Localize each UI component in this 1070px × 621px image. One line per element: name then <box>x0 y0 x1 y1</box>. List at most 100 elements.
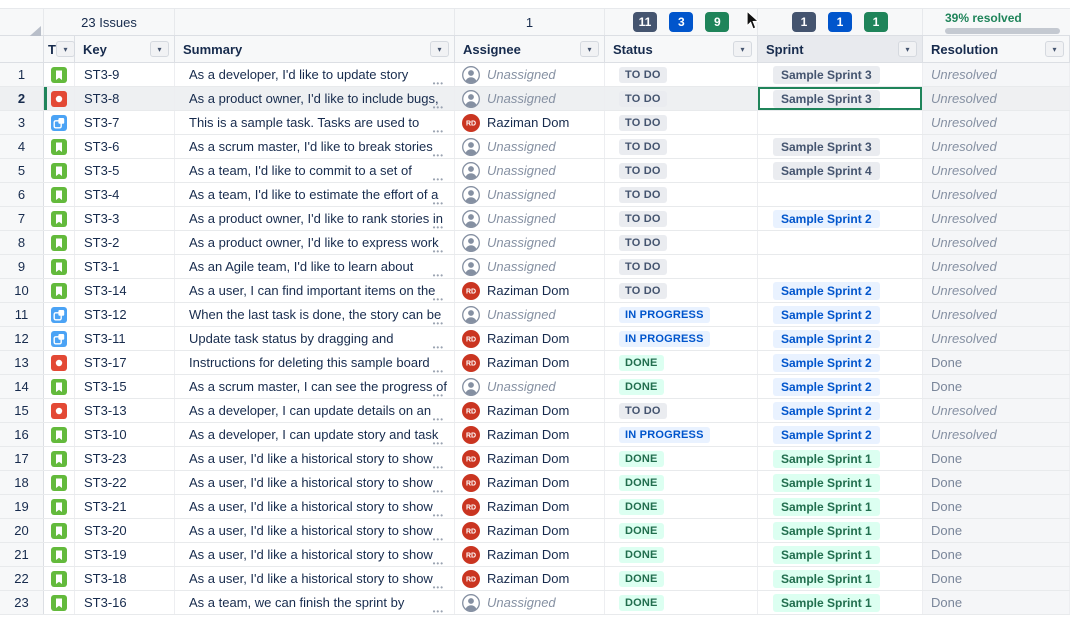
filter-dropdown-key-icon[interactable]: ▾ <box>150 41 169 57</box>
row-number-cell[interactable]: 18 <box>0 471 44 494</box>
sprint-cell[interactable] <box>758 231 923 254</box>
resolution-cell[interactable]: Unresolved <box>923 87 1070 110</box>
status-cell[interactable]: TO DO <box>605 231 758 254</box>
summary-cell[interactable]: As a user, I'd like a historical story t… <box>175 471 455 494</box>
summary-cell[interactable]: As a user, I'd like a historical story t… <box>175 495 455 518</box>
resolution-cell[interactable]: Done <box>923 543 1070 566</box>
summary-cell[interactable]: As a developer, I'd like to update story… <box>175 63 455 86</box>
column-header-assignee[interactable]: Assignee▾ <box>455 36 605 62</box>
issue-type-cell[interactable] <box>44 231 75 254</box>
issue-key-cell[interactable]: ST3-16 <box>75 591 175 614</box>
summary-cell[interactable]: As a user, I'd like a historical story t… <box>175 543 455 566</box>
row-number-cell[interactable]: 3 <box>0 111 44 134</box>
summary-cell[interactable]: Instructions for deleting this sample bo… <box>175 351 455 374</box>
resolution-cell[interactable]: Unresolved <box>923 279 1070 302</box>
sprint-cell[interactable]: Sample Sprint 2 <box>758 327 923 350</box>
resolution-cell[interactable]: Done <box>923 591 1070 614</box>
sprint-cell-selected[interactable]: Sample Sprint 3 <box>758 87 923 110</box>
sprint-cell[interactable]: Sample Sprint 2 <box>758 375 923 398</box>
issue-type-cell[interactable] <box>44 591 75 614</box>
issue-key-cell[interactable]: ST3-1 <box>75 255 175 278</box>
resolution-cell[interactable]: Unresolved <box>923 231 1070 254</box>
sprint-cell[interactable]: Sample Sprint 1 <box>758 543 923 566</box>
status-cell[interactable]: TO DO <box>605 63 758 86</box>
issue-type-cell[interactable] <box>44 87 75 110</box>
status-cell[interactable]: DONE <box>605 591 758 614</box>
summary-cell[interactable]: As a developer, I can update details on … <box>175 399 455 422</box>
resolution-cell[interactable]: Done <box>923 519 1070 542</box>
issue-key-cell[interactable]: ST3-13 <box>75 399 175 422</box>
row-number-cell[interactable]: 1 <box>0 63 44 86</box>
assignee-cell[interactable]: RDRaziman Dom <box>455 447 605 470</box>
issue-key-cell[interactable]: ST3-7 <box>75 111 175 134</box>
row-number-cell[interactable]: 6 <box>0 183 44 206</box>
row-number-cell[interactable]: 12 <box>0 327 44 350</box>
filter-dropdown-type-icon[interactable]: ▾ <box>56 41 75 57</box>
sprint-cell[interactable]: Sample Sprint 2 <box>758 207 923 230</box>
status-cell[interactable]: TO DO <box>605 135 758 158</box>
resolution-cell[interactable]: Unresolved <box>923 183 1070 206</box>
issue-key-cell[interactable]: ST3-9 <box>75 63 175 86</box>
resolution-cell[interactable]: Unresolved <box>923 159 1070 182</box>
issue-key-cell[interactable]: ST3-3 <box>75 207 175 230</box>
issue-type-cell[interactable] <box>44 543 75 566</box>
issue-type-cell[interactable] <box>44 447 75 470</box>
summary-cell[interactable]: When the last task is done, the story ca… <box>175 303 455 326</box>
issue-key-cell[interactable]: ST3-10 <box>75 423 175 446</box>
status-cell[interactable]: DONE <box>605 495 758 518</box>
sprint-cell[interactable]: Sample Sprint 1 <box>758 567 923 590</box>
assignee-cell[interactable]: RDRaziman Dom <box>455 495 605 518</box>
sprint-cell[interactable]: Sample Sprint 1 <box>758 447 923 470</box>
status-cell[interactable]: IN PROGRESS <box>605 423 758 446</box>
status-cell[interactable]: DONE <box>605 447 758 470</box>
issue-type-cell[interactable] <box>44 183 75 206</box>
row-number-cell[interactable]: 9 <box>0 255 44 278</box>
issue-key-cell[interactable]: ST3-4 <box>75 183 175 206</box>
sprint-cell[interactable]: Sample Sprint 2 <box>758 351 923 374</box>
row-number-cell[interactable]: 2 <box>0 87 44 110</box>
sprint-cell[interactable] <box>758 183 923 206</box>
row-number-cell[interactable]: 7 <box>0 207 44 230</box>
filter-dropdown-resolution-icon[interactable]: ▾ <box>1045 41 1064 57</box>
sprint-cell[interactable]: Sample Sprint 2 <box>758 303 923 326</box>
status-cell[interactable]: TO DO <box>605 87 758 110</box>
issue-type-cell[interactable] <box>44 111 75 134</box>
assignee-cell[interactable]: Unassigned <box>455 63 605 86</box>
issue-type-cell[interactable] <box>44 423 75 446</box>
resolution-cell[interactable]: Unresolved <box>923 399 1070 422</box>
issue-type-cell[interactable] <box>44 159 75 182</box>
row-number-cell[interactable]: 22 <box>0 567 44 590</box>
assignee-cell[interactable]: RDRaziman Dom <box>455 327 605 350</box>
summary-cell[interactable]: As a product owner, I'd like to rank sto… <box>175 207 455 230</box>
status-cell[interactable]: TO DO <box>605 111 758 134</box>
issue-type-cell[interactable] <box>44 471 75 494</box>
status-cell[interactable]: DONE <box>605 519 758 542</box>
assignee-cell[interactable]: RDRaziman Dom <box>455 111 605 134</box>
assignee-cell[interactable]: Unassigned <box>455 255 605 278</box>
row-number-cell[interactable]: 8 <box>0 231 44 254</box>
sprint-cell[interactable]: Sample Sprint 3 <box>758 63 923 86</box>
resolution-cell[interactable]: Unresolved <box>923 111 1070 134</box>
assignee-cell[interactable]: Unassigned <box>455 591 605 614</box>
summary-cell[interactable]: As an Agile team, I'd like to learn abou… <box>175 255 455 278</box>
summary-cell[interactable]: As a product owner, I'd like to express … <box>175 231 455 254</box>
filter-dropdown-status-icon[interactable]: ▾ <box>733 41 752 57</box>
issue-key-cell[interactable]: ST3-22 <box>75 471 175 494</box>
issue-key-cell[interactable]: ST3-17 <box>75 351 175 374</box>
row-number-cell[interactable]: 10 <box>0 279 44 302</box>
assignee-cell[interactable]: RDRaziman Dom <box>455 519 605 542</box>
issue-key-cell[interactable]: ST3-11 <box>75 327 175 350</box>
issue-type-cell[interactable] <box>44 279 75 302</box>
summary-cell[interactable]: As a team, I'd like to estimate the effo… <box>175 183 455 206</box>
issue-key-cell[interactable]: ST3-21 <box>75 495 175 518</box>
status-cell[interactable]: DONE <box>605 567 758 590</box>
assignee-cell[interactable]: Unassigned <box>455 159 605 182</box>
issue-key-cell[interactable]: ST3-23 <box>75 447 175 470</box>
row-number-cell[interactable]: 19 <box>0 495 44 518</box>
issue-type-cell[interactable] <box>44 495 75 518</box>
summary-cell[interactable]: This is a sample task. Tasks are used to… <box>175 111 455 134</box>
assignee-cell[interactable]: RDRaziman Dom <box>455 399 605 422</box>
assignee-cell[interactable]: Unassigned <box>455 87 605 110</box>
summary-cell[interactable]: As a user, I'd like a historical story t… <box>175 519 455 542</box>
resolution-cell[interactable]: Done <box>923 375 1070 398</box>
